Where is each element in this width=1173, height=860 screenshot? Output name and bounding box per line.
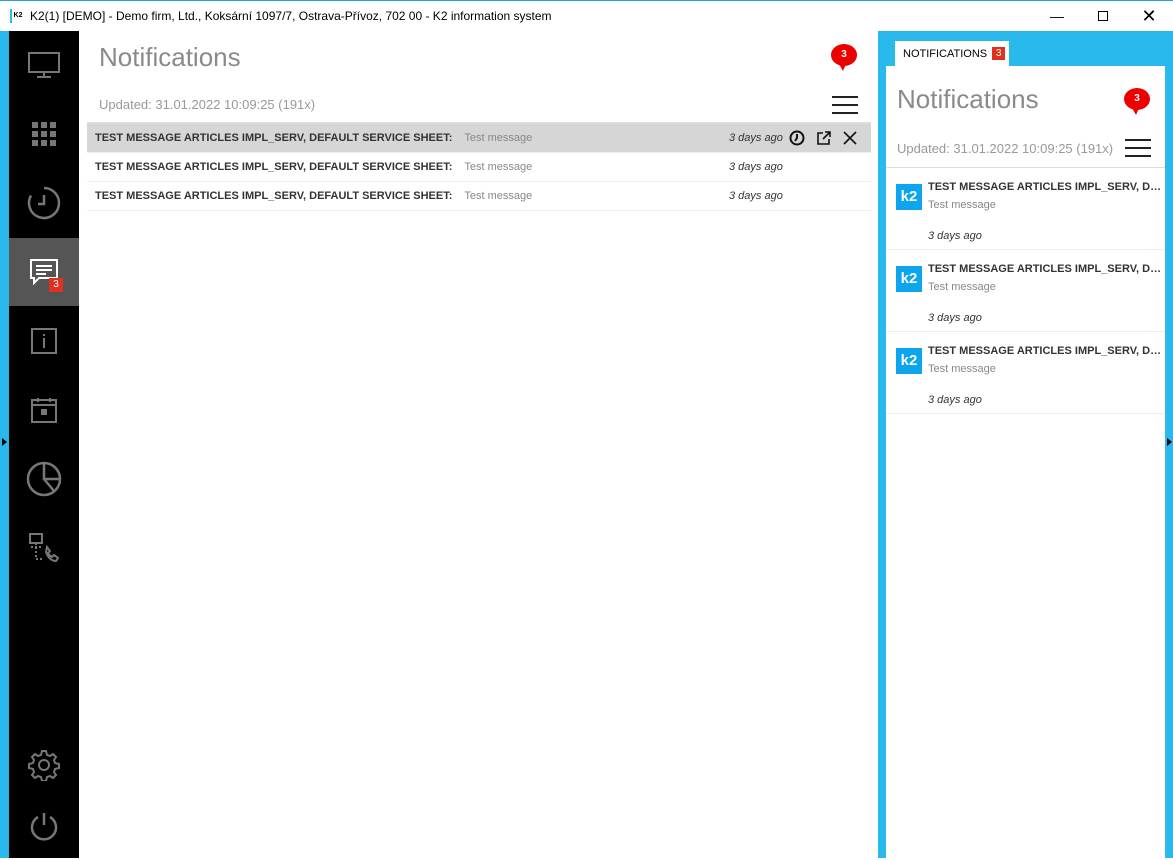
card-time: 3 days ago (928, 312, 982, 324)
notification-message: Test message (464, 190, 533, 202)
notification-title: TEST MESSAGE ARTICLES IMPL_SERV, DEFAULT… (95, 161, 453, 173)
maximize-button[interactable] (1080, 1, 1126, 31)
notification-card[interactable]: k2 TEST MESSAGE ARTICLES IMPL_SERV, DEFA… (886, 250, 1165, 332)
title-bar: K2 K2(1) [DEMO] - Demo firm, Ltd., Koksá… (0, 0, 1173, 31)
hamburger-menu-button[interactable] (832, 96, 858, 114)
panel-count-bubble[interactable]: 3 (1124, 88, 1150, 115)
snooze-clock-icon[interactable] (789, 130, 805, 146)
updated-status: Updated: 31.01.2022 10:09:25 (191x) (99, 97, 316, 112)
sidebar-item-calendar[interactable] (9, 376, 79, 444)
open-external-icon[interactable] (817, 131, 831, 145)
sidebar-item-desktop[interactable] (9, 31, 79, 99)
card-title: TEST MESSAGE ARTICLES IMPL_SERV, DEFAULT… (928, 181, 1162, 193)
card-time: 3 days ago (928, 230, 982, 242)
close-icon[interactable] (843, 131, 857, 145)
k2-logo: k2 (896, 266, 922, 292)
power-button[interactable] (9, 792, 79, 860)
card-title: TEST MESSAGE ARTICLES IMPL_SERV, DEFAULT… (928, 263, 1162, 275)
panel-tab-bar: NOTIFICATIONS 3 (886, 31, 1165, 66)
power-icon (30, 813, 58, 841)
notification-message: Test message (464, 132, 533, 144)
notification-card[interactable]: k2 TEST MESSAGE ARTICLES IMPL_SERV, DEFA… (886, 168, 1165, 250)
pie-chart-icon (26, 461, 62, 497)
notification-list: TEST MESSAGE ARTICLES IMPL_SERV, DEFAULT… (87, 122, 871, 211)
sidebar-item-apps[interactable] (9, 100, 79, 168)
expand-arrow-icon (1167, 438, 1172, 446)
tab-label: NOTIFICATIONS (903, 47, 988, 60)
notification-title: TEST MESSAGE ARTICLES IMPL_SERV, DEFAULT… (95, 132, 453, 144)
sidebar-item-notifications[interactable]: 3 (9, 238, 79, 306)
right-collapse-strip[interactable] (1165, 31, 1173, 858)
gear-icon (28, 750, 60, 781)
monitor-icon (28, 52, 60, 78)
notification-row[interactable]: TEST MESSAGE ARTICLES IMPL_SERV, DEFAULT… (87, 182, 871, 211)
notification-row[interactable]: TEST MESSAGE ARTICLES IMPL_SERV, DEFAULT… (87, 124, 871, 153)
notification-time: 3 days ago (729, 190, 783, 202)
window-title: K2(1) [DEMO] - Demo firm, Ltd., Koksární… (30, 9, 552, 23)
sidebar-item-reports[interactable] (9, 445, 79, 513)
tab-notifications[interactable]: NOTIFICATIONS 3 (895, 41, 1010, 66)
left-collapse-strip[interactable] (0, 31, 9, 858)
app-logo: K2 (10, 9, 24, 23)
card-message: Test message (928, 281, 996, 293)
card-time: 3 days ago (928, 394, 982, 406)
expand-arrow-icon (2, 438, 7, 446)
tab-badge: 3 (992, 47, 1006, 60)
panel-notification-list: k2 TEST MESSAGE ARTICLES IMPL_SERV, DEFA… (886, 167, 1165, 414)
notification-message: Test message (464, 161, 533, 173)
calendar-icon (31, 398, 57, 423)
card-message: Test message (928, 199, 996, 211)
panel-updated-status: Updated: 31.01.2022 10:09:25 (191x) (897, 141, 1114, 156)
panel-title: Notifications (897, 84, 1039, 114)
settings-button[interactable] (9, 731, 79, 799)
notification-time: 3 days ago (729, 132, 783, 144)
network-phone-icon (29, 533, 60, 563)
sidebar-item-history[interactable] (9, 169, 79, 237)
notifications-side-panel: NOTIFICATIONS 3 Notifications 3 Updated:… (886, 31, 1165, 858)
notifications-badge: 3 (49, 278, 63, 292)
card-message: Test message (928, 363, 996, 375)
notifications-page: Notifications 3 Updated: 31.01.2022 10:0… (79, 31, 878, 858)
notification-title: TEST MESSAGE ARTICLES IMPL_SERV, DEFAULT… (95, 190, 453, 202)
notification-count-bubble[interactable]: 3 (831, 44, 857, 71)
k2-logo: k2 (896, 184, 922, 210)
card-title: TEST MESSAGE ARTICLES IMPL_SERV, DEFAULT… (928, 345, 1162, 357)
sidebar-item-info[interactable] (9, 307, 79, 375)
apps-grid-icon (32, 122, 56, 146)
info-icon (31, 328, 57, 354)
k2-logo: k2 (896, 348, 922, 374)
sidebar-item-network[interactable] (9, 514, 79, 582)
panel-splitter[interactable] (878, 31, 886, 858)
notification-row[interactable]: TEST MESSAGE ARTICLES IMPL_SERV, DEFAULT… (87, 153, 871, 182)
minimize-button[interactable]: — (1034, 1, 1080, 31)
history-icon (27, 186, 61, 220)
notification-card[interactable]: k2 TEST MESSAGE ARTICLES IMPL_SERV, DEFA… (886, 332, 1165, 414)
panel-hamburger-menu-button[interactable] (1125, 139, 1151, 157)
notification-time: 3 days ago (729, 161, 783, 173)
close-window-button[interactable]: ✕ (1126, 1, 1172, 31)
sidebar: 3 (9, 31, 79, 858)
page-title: Notifications (99, 42, 241, 72)
